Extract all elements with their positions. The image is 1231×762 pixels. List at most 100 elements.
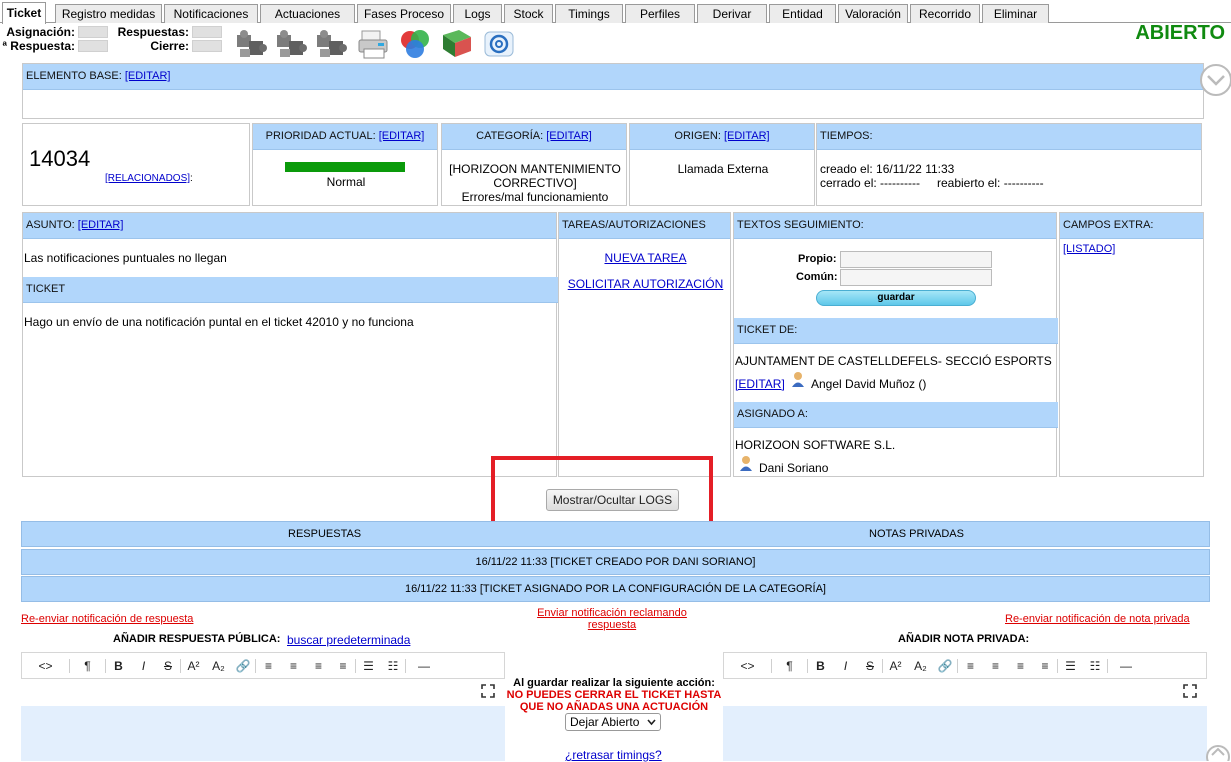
tab-derivar[interactable]: Derivar [697,4,767,23]
relacionados-link[interactable]: [RELACIONADOS] [105,173,190,184]
categoria-edit-link[interactable]: [EDITAR] [546,130,592,142]
solicitar-autorizacion-link[interactable]: SOLICITAR AUTORIZACIÓN [559,277,732,291]
asunto-edit-link[interactable]: [EDITAR] [78,219,124,231]
link-icon[interactable]: 🔗 [231,658,256,673]
horizontal-rule-button[interactable]: — [406,659,442,673]
prioridad-header: PRIORIDAD ACTUAL: [EDITAR] [253,124,437,150]
numbered-list-icon[interactable]: ☷ [1083,658,1108,673]
accion-select[interactable]: Dejar Abierto [565,713,661,731]
tab-bar: Ticket Registro medidas Notificaciones A… [0,2,1231,24]
bold-button[interactable]: B [106,659,131,673]
tab-stock[interactable]: Stock [504,4,553,23]
tab-fases-proceso[interactable]: Fases Proceso [357,4,451,23]
textos-seguimiento-panel: TEXTOS SEGUIMIENTO: Propio: Común: guard… [733,212,1058,477]
reclamando-link-line1[interactable]: Enviar notificación reclamando [512,607,712,619]
campos-extra-header: CAMPOS EXTRA: [LISTADO] [1060,213,1203,255]
italic-button[interactable]: I [833,659,858,673]
strikethrough-button[interactable]: S [156,658,181,673]
code-view-button[interactable]: <> [22,658,70,673]
respuesta-publica-label: AÑADIR RESPUESTA PÚBLICA: [113,633,281,645]
align-justify-icon[interactable]: ≡ [1033,658,1058,673]
nueva-tarea-link[interactable]: NUEVA TAREA [559,251,732,265]
origen-edit-link[interactable]: [EDITAR] [724,130,770,142]
respuesta-editor-content[interactable] [21,680,505,706]
horizontal-rule-button[interactable]: — [1108,659,1144,673]
printer-icon[interactable] [356,27,392,61]
tab-notificaciones[interactable]: Notificaciones [164,4,258,23]
tab-perfiles[interactable]: Perfiles [625,4,695,23]
align-center-icon[interactable]: ≡ [983,659,1008,673]
tab-timings[interactable]: Timings [555,4,623,23]
reclamando-link-line2[interactable]: respuesta [512,619,712,631]
prioridad-color-bar [285,162,405,172]
puzzle-icon[interactable] [234,27,270,61]
tab-eliminar[interactable]: Eliminar [982,4,1049,23]
strikethrough-button[interactable]: S [858,658,883,673]
tab-entidad[interactable]: Entidad [769,4,836,23]
bold-button[interactable]: B [808,659,833,673]
italic-button[interactable]: I [131,659,156,673]
tab-actuaciones[interactable]: Actuaciones [260,4,355,23]
numbered-list-icon[interactable]: ☷ [381,658,406,673]
align-justify-icon[interactable]: ≡ [331,658,356,673]
fullscreen-icon[interactable] [481,684,495,698]
asunto-header: ASUNTO: [EDITAR] [23,213,556,239]
code-view-button[interactable]: <> [724,658,772,673]
link-icon[interactable]: 🔗 [933,658,958,673]
asignacion-value-box [78,26,108,38]
tab-valoracion[interactable]: Valoración [838,4,908,23]
tab-ticket[interactable]: Ticket [2,2,46,24]
tab-logs[interactable]: Logs [453,4,502,23]
book-icon[interactable] [439,27,475,61]
asignado-user: Dani Soriano [759,461,829,475]
tab-recorrido[interactable]: Recorrido [910,4,980,23]
color-balls-icon[interactable] [397,27,433,61]
propio-input[interactable] [840,251,992,268]
align-left-icon[interactable]: ≡ [958,659,983,673]
superscript-button[interactable]: A² [181,659,206,673]
cierre-label: Cierre: [150,39,189,53]
buscar-predeterminada-link[interactable]: buscar predeterminada [287,633,410,647]
fullscreen-icon[interactable] [1183,684,1197,698]
superscript-button[interactable]: A² [883,659,908,673]
ticket-de-user: Angel David Muñoz () [811,377,927,391]
nota-editor-area[interactable] [723,706,1207,761]
reenviar-nota-link[interactable]: Re-enviar notificación de nota privada [1005,613,1190,625]
notas-privadas-header: NOTAS PRIVADAS [869,528,964,540]
reenviar-respuesta-link[interactable]: Re-enviar notificación de respuesta [21,613,193,625]
puzzle-icon[interactable] [274,27,310,61]
subscript-button[interactable]: A₂ [206,659,231,673]
email-icon[interactable] [481,27,517,61]
prioridad-label: PRIORIDAD ACTUAL: [265,130,376,142]
puzzle-icon[interactable] [314,27,350,61]
ticket-de-edit-link[interactable]: [EDITAR] [735,377,785,391]
paragraph-button[interactable]: ¶ [772,658,808,673]
tareas-header: TAREAS/AUTORIZACIONES [559,213,730,239]
prioridad-panel: PRIORIDAD ACTUAL: [EDITAR] Normal [252,123,438,206]
tiempos-reabierto: reabierto el: ---------- [937,176,1044,190]
align-right-icon[interactable]: ≡ [1008,659,1033,673]
subscript-button[interactable]: A₂ [908,659,933,673]
paragraph-button[interactable]: ¶ [70,658,106,673]
retrasar-timings-link[interactable]: ¿retrasar timings? [565,748,662,762]
asignado-value: HORIZOON SOFTWARE S.L. [735,438,896,452]
bullet-list-icon[interactable]: ☰ [356,659,381,673]
asignado-header: ASIGNADO A: [734,402,1058,428]
elemento-base-edit-link[interactable]: [EDITAR] [125,70,171,82]
origen-header: ORIGEN: [EDITAR] [630,124,814,150]
guardar-button[interactable]: guardar [816,290,976,306]
align-left-icon[interactable]: ≡ [256,659,281,673]
collapse-chevron-icon[interactable] [1198,62,1231,98]
comun-input[interactable] [840,269,992,286]
nota-editor-content[interactable] [723,680,1207,706]
align-right-icon[interactable]: ≡ [306,659,331,673]
respuesta-editor-area[interactable] [21,706,505,761]
origen-value: Llamada Externa [677,162,769,176]
tab-registro-medidas[interactable]: Registro medidas [55,4,162,23]
align-center-icon[interactable]: ≡ [281,659,306,673]
campos-extra-listado-link[interactable]: [LISTADO] [1063,243,1115,255]
categoria-panel: CATEGORÍA: [EDITAR] [HORIZOON MANTENIMIE… [441,123,627,206]
bullet-list-icon[interactable]: ☰ [1058,659,1083,673]
prioridad-edit-link[interactable]: [EDITAR] [379,130,425,142]
scroll-indicator-icon[interactable] [1205,742,1231,761]
